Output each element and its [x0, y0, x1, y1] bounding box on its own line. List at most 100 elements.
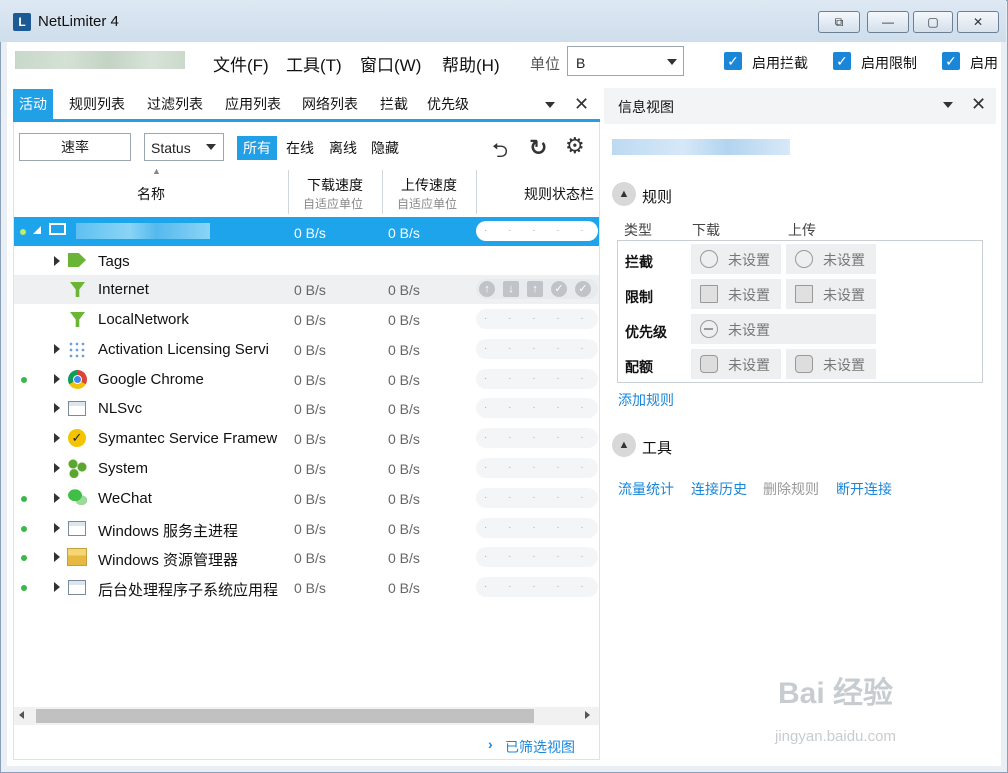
connection-history-link[interactable]: 连接历史 — [691, 479, 747, 499]
scroll-left-arrow-icon[interactable] — [19, 711, 24, 719]
rule-status-bar: · · · · · — [476, 488, 598, 508]
expanded-arrow-icon[interactable] — [33, 226, 41, 234]
expand-arrow-icon[interactable] — [54, 493, 60, 503]
disconnect-link[interactable]: 断开连接 — [836, 479, 892, 499]
expand-arrow-icon[interactable] — [54, 374, 60, 384]
close-info-view-icon[interactable]: ✕ — [971, 94, 986, 115]
limit-upload-chip[interactable]: 未设置 — [786, 279, 876, 309]
col-up-header[interactable]: 上传速度 — [401, 175, 457, 195]
close-panel-icon[interactable]: ✕ — [574, 94, 589, 115]
expand-arrow-icon[interactable] — [54, 403, 60, 413]
priority-chip[interactable]: 未设置 — [691, 314, 876, 344]
expand-arrow-icon[interactable] — [54, 433, 60, 443]
row-up-rate: 0 B/s — [388, 342, 420, 358]
rule-type-label: 优先级 — [625, 324, 667, 340]
minimize-button[interactable]: — — [867, 11, 909, 33]
row-down-rate: 0 B/s — [294, 312, 326, 328]
enable-block-checkbox[interactable]: ✓ — [724, 52, 742, 70]
tab-network-list[interactable]: 网络列表 — [300, 89, 360, 120]
col-down-header[interactable]: 下载速度 — [307, 175, 363, 195]
scrollbar-thumb[interactable] — [36, 709, 534, 723]
menu-tools[interactable]: 工具(T) — [286, 51, 342, 76]
quota-hexagon-icon — [795, 355, 813, 373]
block-download-chip[interactable]: 未设置 — [691, 244, 781, 274]
tab-rule-list[interactable]: 规则列表 — [67, 89, 127, 120]
menu-window[interactable]: 窗口(W) — [360, 51, 421, 76]
row-name: System — [98, 460, 149, 477]
online-dot — [21, 496, 27, 502]
row-down-rate: 0 B/s — [294, 521, 326, 537]
row-name: Google Chrome — [98, 371, 204, 388]
undo-icon[interactable]: ⮌ — [492, 136, 508, 170]
sort-ascending-icon: ▲ — [152, 166, 161, 176]
row-down-rate: 0 B/s — [294, 372, 326, 388]
expand-arrow-icon[interactable] — [54, 552, 60, 562]
menu-help[interactable]: 帮助(H) — [442, 51, 500, 76]
row-name: NLSvc — [98, 400, 143, 417]
expand-arrow-icon[interactable] — [54, 344, 60, 354]
tab-priority[interactable]: 优先级 — [425, 89, 471, 120]
filter-hidden[interactable]: 隐藏 — [371, 136, 399, 160]
restore-down-button[interactable]: ⧉ — [818, 11, 860, 33]
row-up-rate: 0 B/s — [388, 372, 420, 388]
symantec-check-icon: ✓ — [68, 429, 86, 447]
expand-arrow-icon[interactable] — [54, 463, 60, 473]
filtered-view-link[interactable]: 已筛选视图 — [505, 737, 575, 757]
info-view-chevron-icon[interactable] — [943, 102, 953, 108]
block-circle-icon — [795, 250, 813, 268]
block-circle-icon — [700, 250, 718, 268]
expand-arrow-icon[interactable] — [54, 582, 60, 592]
maximize-button[interactable]: ▢ — [913, 11, 953, 33]
row-down-rate: 0 B/s — [294, 461, 326, 477]
limit-download-icon[interactable]: ↓ — [503, 281, 519, 297]
row-up-rate: 0 B/s — [388, 580, 420, 596]
tab-activity[interactable]: 活动 — [13, 89, 53, 120]
collapse-rules-chevron-icon[interactable]: ▲ — [612, 182, 636, 206]
filter-offline[interactable]: 离线 — [329, 136, 357, 160]
priority-up-icon[interactable]: ↑ — [479, 281, 495, 297]
allow-check-icon[interactable]: ✓ — [575, 281, 591, 297]
status-chevron-icon — [206, 144, 216, 150]
expand-arrow-icon[interactable] — [54, 523, 60, 533]
traffic-stats-link[interactable]: 流量统计 — [618, 479, 674, 499]
window-title: NetLimiter 4 — [38, 13, 119, 30]
filter-online[interactable]: 在线 — [286, 136, 314, 160]
limit-upload-icon[interactable]: ↑ — [527, 281, 543, 297]
status-value: Status — [151, 140, 191, 156]
row-down-rate: 0 B/s — [294, 282, 326, 298]
row-down-rate: 0 B/s — [294, 550, 326, 566]
col-name-header[interactable]: 名称 — [137, 184, 165, 204]
quota-upload-chip[interactable]: 未设置 — [786, 349, 876, 379]
delete-rules-link[interactable]: 删除规则 — [763, 479, 819, 499]
collapse-tools-chevron-icon[interactable]: ▲ — [612, 433, 636, 457]
add-rule-link[interactable]: 添加规则 — [618, 390, 674, 410]
block-upload-chip[interactable]: 未设置 — [786, 244, 876, 274]
rate-search-input[interactable]: 速率 — [19, 133, 131, 161]
limit-download-chip[interactable]: 未设置 — [691, 279, 781, 309]
blurred-account-area — [15, 51, 185, 69]
refresh-icon[interactable]: ↻ — [529, 135, 547, 161]
enable-limit-label: 启用限制 — [861, 55, 917, 71]
app-window-icon — [68, 401, 86, 416]
enable-limit-checkbox[interactable]: ✓ — [833, 52, 851, 70]
rules-type-header: 类型 — [624, 222, 652, 238]
rules-down-header: 下载 — [692, 222, 720, 238]
col-rules-header[interactable]: 规则状态栏 — [524, 184, 594, 204]
explorer-folder-icon — [67, 548, 87, 566]
enable-block-label: 启用拦截 — [752, 55, 808, 71]
row-down-rate: 0 B/s — [294, 342, 326, 358]
quota-download-chip[interactable]: 未设置 — [691, 349, 781, 379]
expand-arrow-icon[interactable] — [54, 256, 60, 266]
tab-filter-list[interactable]: 过滤列表 — [145, 89, 205, 120]
tab-overflow-chevron-icon[interactable] — [545, 102, 555, 108]
settings-gear-icon[interactable]: ⚙ — [565, 133, 585, 159]
close-window-button[interactable]: ✕ — [957, 11, 999, 33]
scroll-right-arrow-icon[interactable] — [585, 711, 590, 719]
menu-file[interactable]: 文件(F) — [213, 51, 269, 76]
allow-check-icon[interactable]: ✓ — [551, 281, 567, 297]
filter-all[interactable]: 所有 — [237, 136, 277, 160]
tab-app-list[interactable]: 应用列表 — [223, 89, 283, 120]
tab-block[interactable]: 拦截 — [378, 89, 410, 120]
enable-third-checkbox[interactable]: ✓ — [942, 52, 960, 70]
rule-type-label: 配额 — [625, 359, 653, 375]
